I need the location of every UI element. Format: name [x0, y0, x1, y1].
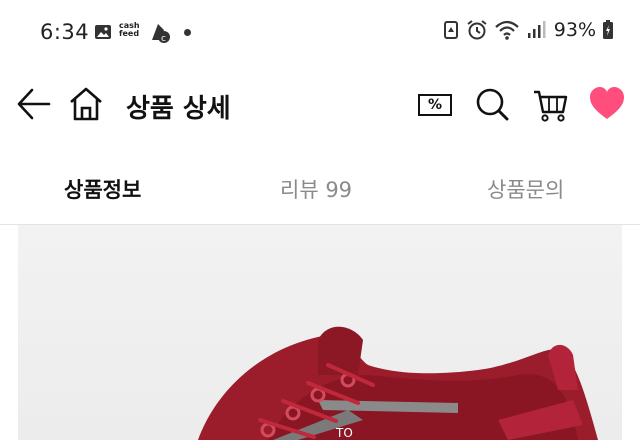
- shoe-illustration: TO: [198, 326, 598, 440]
- search-icon[interactable]: [474, 84, 510, 124]
- cart-icon[interactable]: [532, 84, 568, 124]
- tab-product-inquiry[interactable]: 상품문의: [487, 174, 564, 204]
- cashfeed-icon: cash feed: [119, 21, 140, 38]
- gallery-icon: [95, 25, 111, 39]
- recycle-icon: [443, 21, 458, 39]
- tab-product-info[interactable]: 상품정보: [64, 174, 141, 204]
- page-title: 상품 상세: [126, 94, 231, 124]
- notification-dot: [184, 29, 191, 36]
- home-icon[interactable]: [68, 84, 104, 124]
- product-image[interactable]: TO: [18, 225, 622, 440]
- coupon-icon[interactable]: %: [418, 94, 452, 116]
- heart-icon[interactable]: [588, 84, 626, 124]
- back-arrow-icon[interactable]: [16, 84, 52, 124]
- tab-reviews[interactable]: 리뷰 99: [280, 174, 352, 204]
- signal-icon: [527, 21, 546, 38]
- bike-icon: c: [152, 24, 170, 44]
- status-bar: 6:34 cash feed c 93%: [0, 0, 640, 64]
- alarm-icon: [467, 20, 487, 40]
- product-tabs: 상품정보 리뷰 99 상품문의: [0, 148, 640, 225]
- battery-icon: [603, 20, 613, 39]
- shoe-logo-text: TO: [335, 426, 353, 440]
- battery-percent: 93%: [553, 19, 596, 41]
- wifi-icon: [495, 20, 519, 40]
- app-header: 상품 상세 %: [0, 64, 640, 148]
- coupon-symbol: %: [427, 97, 443, 113]
- status-time: 6:34: [40, 20, 90, 44]
- svg-text:c: c: [161, 34, 166, 44]
